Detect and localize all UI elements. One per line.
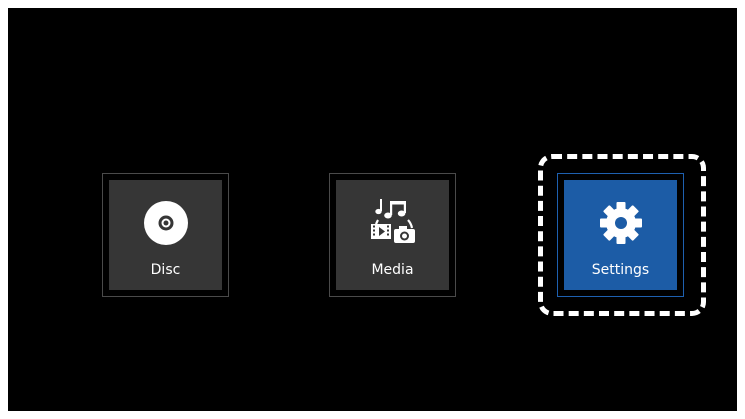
focus-indicator: [538, 154, 706, 316]
media-tile[interactable]: Media: [329, 173, 456, 297]
media-label: Media: [371, 262, 414, 278]
disc-label: Disc: [150, 262, 181, 278]
media-tile-body[interactable]: Media: [336, 180, 449, 290]
disc-icon: [143, 201, 188, 245]
media-icon: [370, 199, 415, 243]
disc-tile[interactable]: Disc: [102, 173, 229, 297]
disc-tile-body[interactable]: Disc: [109, 180, 222, 290]
home-screen: Disc Media Settings: [8, 8, 737, 411]
